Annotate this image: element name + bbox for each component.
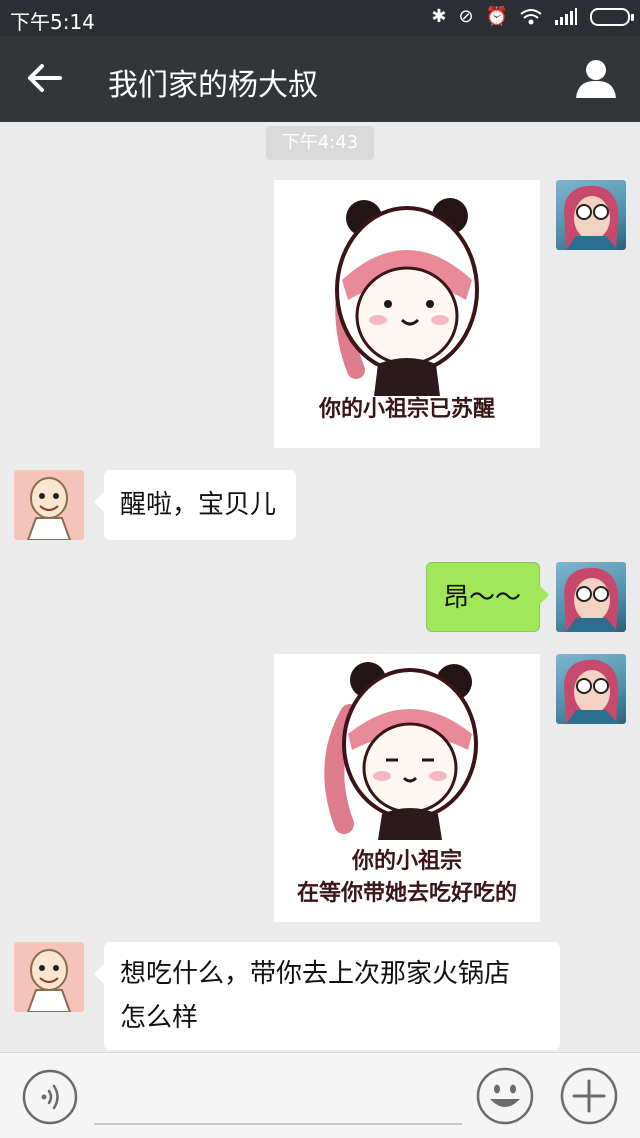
sticker-message[interactable]: 你的小祖宗已苏醒	[274, 180, 540, 448]
text-message-received[interactable]: 想吃什么，带你去上次那家火锅店 怎么样	[94, 942, 560, 1050]
text-message-received[interactable]: 醒啦，宝贝儿	[94, 470, 296, 540]
my-avatar[interactable]	[556, 180, 626, 250]
chat-message-list[interactable]: 下午4:43 你的小祖宗已苏醒 醒啦，宝贝儿 昂～～ 你的小祖宗 在等你带她去吃…	[0, 122, 640, 1052]
message-text: 醒啦，宝贝儿	[120, 490, 277, 520]
message-text: 昂～～	[443, 583, 522, 613]
my-avatar[interactable]	[556, 562, 626, 632]
wifi-icon	[520, 8, 542, 24]
chat-header: 我们家的杨大叔	[0, 36, 640, 122]
sticker-caption: 你的小祖宗已苏醒	[318, 397, 495, 422]
sticker-message[interactable]: 你的小祖宗 在等你带她去吃好吃的	[274, 654, 540, 922]
sticker-caption-line-2: 在等你带她去吃好吃的	[296, 881, 517, 906]
girl-avatar-image	[564, 567, 619, 632]
status-icons: ✱ ⊘ ⏰	[431, 6, 634, 27]
chat-title: 我们家的杨大叔	[108, 68, 318, 103]
contact-avatar[interactable]	[14, 470, 84, 540]
status-time: 下午5:14	[10, 10, 95, 34]
my-avatar[interactable]	[556, 654, 626, 724]
plus-icon[interactable]	[560, 1067, 618, 1125]
emoji-icon[interactable]	[476, 1067, 534, 1125]
battery-icon	[590, 7, 634, 26]
mute-icon: ⊘	[458, 6, 474, 27]
signal-icon	[555, 7, 577, 25]
chat-timestamp: 下午4:43	[266, 126, 374, 160]
message-text-line-1: 想吃什么，带你去上次那家火锅店	[120, 959, 511, 989]
uncle-avatar-image	[26, 949, 72, 1012]
message-text-input[interactable]	[94, 1123, 462, 1125]
girl-avatar-image	[564, 185, 619, 250]
text-message-sent[interactable]: 昂～～	[426, 562, 549, 632]
bluetooth-icon: ✱	[431, 6, 447, 27]
message-text-line-2: 怎么样	[120, 1003, 199, 1033]
status-bar: 下午5:14 ✱ ⊘ ⏰	[0, 0, 640, 36]
uncle-avatar-image	[26, 477, 72, 540]
voice-input-icon[interactable]	[22, 1069, 78, 1125]
contact-avatar[interactable]	[14, 942, 84, 1012]
message-input-bar	[0, 1052, 640, 1138]
user-profile-icon[interactable]	[574, 56, 618, 100]
alarm-icon: ⏰	[485, 6, 508, 27]
girl-avatar-image	[564, 659, 619, 724]
back-arrow-icon[interactable]	[24, 58, 64, 98]
sticker-caption-line-1: 你的小祖宗	[351, 849, 462, 874]
